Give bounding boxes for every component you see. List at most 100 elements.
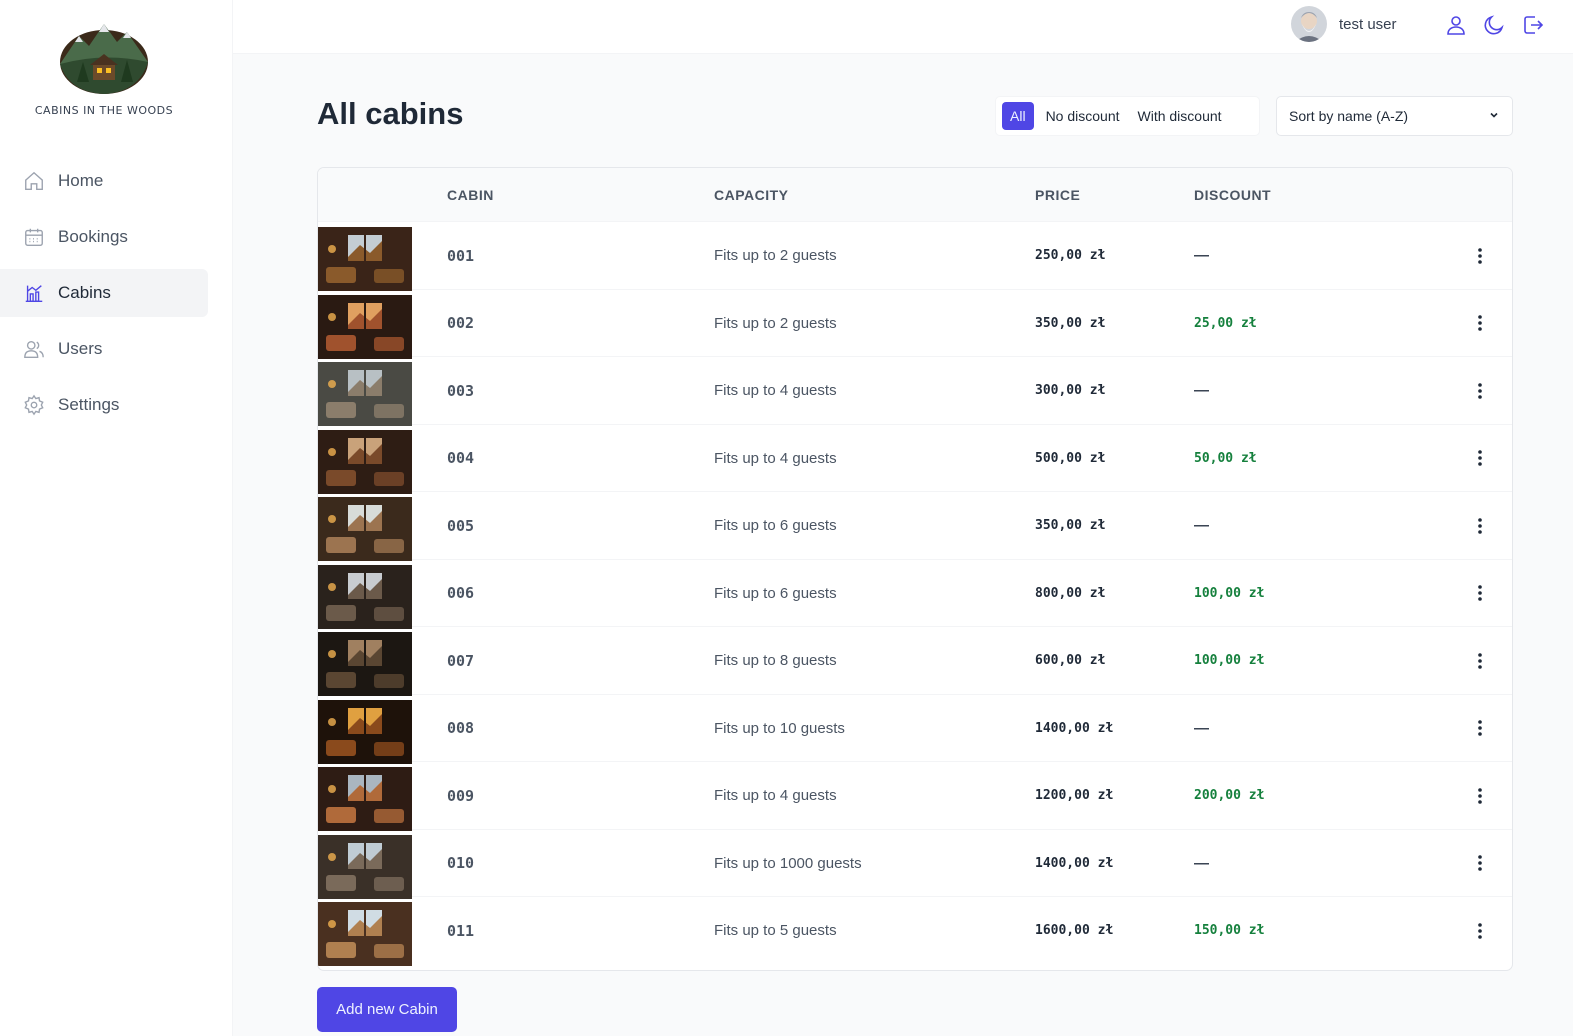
row-menu-button[interactable] (1468, 695, 1492, 762)
table-row: 004 Fits up to 4 guests 500,00 zł 50,00 zł (318, 425, 1512, 494)
vertical-dots-icon (1478, 315, 1482, 331)
vertical-dots-icon (1478, 450, 1482, 466)
cabin-thumbnail (318, 429, 412, 494)
cabin-name: 007 (447, 651, 475, 670)
cabin-price: 1200,00 zł (1035, 788, 1114, 803)
vertical-dots-icon (1478, 652, 1482, 669)
cabin-thumbnail (318, 294, 412, 359)
row-menu-button[interactable] (1468, 762, 1492, 829)
table-row: 010 Fits up to 1000 guests 1400,00 zł — (318, 830, 1512, 899)
sidebar-item-label: Bookings (58, 227, 128, 246)
cabin-capacity: Fits up to 1000 guests (714, 854, 862, 872)
discount-filter: All No discount With discount (995, 96, 1260, 136)
filter-no-discount-button[interactable]: No discount (1040, 102, 1126, 130)
row-menu-button[interactable] (1468, 627, 1492, 694)
add-cabin-button[interactable]: Add new Cabin (317, 987, 457, 1032)
row-menu-button[interactable] (1468, 830, 1492, 897)
cabin-capacity: Fits up to 4 guests (714, 382, 837, 399)
vertical-dots-icon (1478, 855, 1482, 871)
cabin-discount: — (1194, 517, 1209, 534)
row-menu-button[interactable] (1468, 222, 1492, 289)
row-menu-button[interactable] (1468, 290, 1492, 357)
sidebar-nav: Home Bookings Cabins Users Settings (0, 157, 208, 437)
cabin-discount: — (1194, 719, 1209, 737)
cabin-discount: 50,00 zł (1194, 450, 1257, 466)
table-row: 009 Fits up to 4 guests 1200,00 zł 200,00 z… (318, 762, 1512, 831)
cabin-thumbnail (318, 902, 412, 966)
sidebar-item-label: Cabins (58, 283, 111, 302)
sidebar-item-settings[interactable]: Settings (0, 381, 208, 429)
vertical-dots-icon (1478, 787, 1482, 804)
table-row: 011 Fits up to 5 guests 1600,00 zł 150,00 z… (318, 897, 1512, 966)
cabins-table: CABIN CAPACITY PRICE DISCOUNT 001 Fits up… (317, 167, 1513, 971)
table-row: 003 Fits up to 4 guests 300,00 zł — (318, 357, 1512, 426)
row-menu-button[interactable] (1468, 357, 1492, 424)
vertical-dots-icon (1478, 720, 1482, 736)
cabin-price: 1400,00 zł (1035, 855, 1114, 871)
sidebar-item-cabins[interactable]: Cabins (0, 269, 208, 317)
vertical-dots-icon (1478, 247, 1482, 264)
cabin-capacity: Fits up to 6 guests (714, 517, 837, 534)
cabin-price: 800,00 zł (1035, 585, 1106, 601)
table-row: 002 Fits up to 2 guests 350,00 zł 25,00 zł (318, 290, 1512, 359)
cabin-thumbnail (318, 497, 412, 561)
table-row: 005 Fits up to 6 guests 350,00 zł — (318, 492, 1512, 561)
cabin-price: 250,00 zł (1035, 248, 1106, 263)
cabin-capacity: Fits up to 2 guests (714, 314, 837, 332)
cabin-name: 008 (447, 719, 475, 737)
cabin-name: 002 (447, 314, 475, 332)
cabin-price: 300,00 zł (1035, 383, 1106, 398)
moon-icon[interactable] (1482, 13, 1506, 37)
vertical-dots-icon (1478, 585, 1482, 601)
cabin-discount: 200,00 zł (1194, 788, 1265, 803)
cabin-capacity: Fits up to 2 guests (714, 247, 837, 264)
cabin-discount: 100,00 zł (1194, 585, 1265, 601)
row-menu-button[interactable] (1468, 492, 1492, 559)
cabin-thumbnail (318, 699, 412, 764)
page-title: All cabins (317, 96, 464, 131)
filter-all-button[interactable]: All (1002, 102, 1034, 130)
sort-select[interactable]: Sort by name (A-Z) (1276, 96, 1513, 136)
filter-with-discount-button[interactable]: With discount (1132, 102, 1228, 130)
cabin-name: 009 (447, 786, 475, 805)
vertical-dots-icon (1478, 382, 1482, 399)
column-header-cabin: CABIN (447, 187, 494, 203)
cabin-thumbnail (318, 362, 412, 426)
cabin-price: 1400,00 zł (1035, 720, 1114, 736)
sidebar-item-label: Home (58, 171, 104, 190)
table-row: 006 Fits up to 6 guests 800,00 zł 100,00 zł (318, 560, 1512, 629)
user-icon[interactable] (1444, 13, 1468, 37)
cabin-capacity: Fits up to 6 guests (714, 584, 837, 602)
column-header-discount: DISCOUNT (1194, 187, 1272, 203)
sidebar-item-label: Users (58, 339, 103, 358)
sidebar-item-home[interactable]: Home (0, 157, 208, 205)
row-menu-button[interactable] (1468, 560, 1492, 627)
cabin-capacity: Fits up to 4 guests (714, 787, 837, 804)
vertical-dots-icon (1478, 922, 1482, 939)
cabin-capacity: Fits up to 8 guests (714, 652, 837, 669)
chevron-down-icon (1488, 108, 1500, 124)
cabin-name: 005 (447, 516, 475, 535)
cabin-name: 010 (447, 854, 475, 872)
table-row: 008 Fits up to 10 guests 1400,00 zł — (318, 695, 1512, 764)
table-row: 007 Fits up to 8 guests 600,00 zł 100,00 zł (318, 627, 1512, 696)
vertical-dots-icon (1478, 517, 1482, 534)
cabin-logo-icon (60, 24, 148, 94)
cabin-price: 1600,00 zł (1035, 923, 1114, 938)
home-icon (23, 170, 45, 192)
cabin-thumbnail (318, 632, 412, 696)
cabin-name: 011 (447, 921, 475, 940)
users-icon (23, 338, 45, 360)
sidebar-item-label: Settings (58, 395, 120, 414)
row-menu-button[interactable] (1468, 425, 1492, 492)
sort-select-value: Sort by name (A-Z) (1289, 108, 1409, 124)
avatar (1291, 6, 1327, 42)
sidebar-item-bookings[interactable]: Bookings (0, 213, 208, 261)
logo-text: CABINS IN THE WOODS (34, 104, 174, 117)
row-menu-button[interactable] (1468, 897, 1492, 964)
cabin-thumbnail (318, 834, 412, 899)
column-header-capacity: CAPACITY (714, 187, 789, 203)
top-header: test user (233, 0, 1573, 54)
logout-icon[interactable] (1521, 13, 1545, 37)
sidebar-item-users[interactable]: Users (0, 325, 208, 373)
